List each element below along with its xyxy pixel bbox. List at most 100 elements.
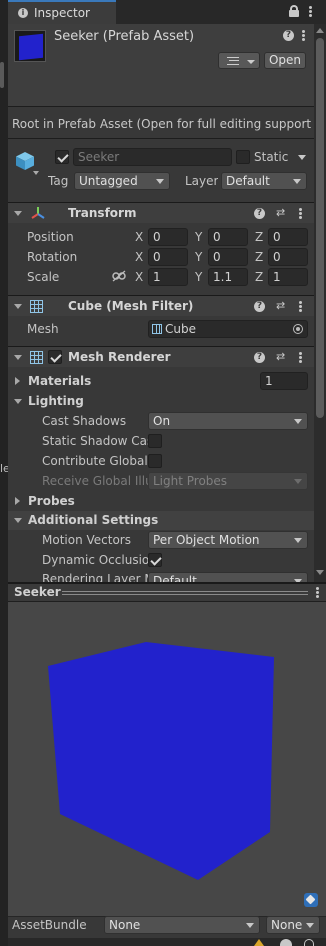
preset-icon[interactable]: ⇄ (276, 299, 285, 312)
axis-z-label[interactable]: Z (255, 270, 263, 284)
rotation-z-field[interactable]: 0 (268, 248, 308, 266)
prefab-thumbnail (14, 30, 46, 62)
mesh-filter-title: Cube (Mesh Filter) (68, 299, 194, 313)
materials-count-field[interactable]: 1 (260, 372, 308, 390)
scale-y-field[interactable]: 1.1 (208, 268, 248, 286)
object-picker-icon[interactable] (293, 324, 303, 334)
static-label: Static (254, 150, 289, 164)
rendering-layer-dropdown[interactable]: Default (148, 572, 308, 582)
info-icon: i (18, 8, 28, 18)
tag-dropdown[interactable]: Untagged (74, 172, 170, 190)
warning-icon[interactable] (254, 939, 264, 946)
axis-z-label[interactable]: Z (255, 250, 263, 264)
axis-x-label[interactable]: X (135, 270, 143, 284)
probes-fold-icon[interactable] (15, 497, 20, 505)
axis-x-label[interactable]: X (135, 230, 143, 244)
position-x-field[interactable]: 0 (148, 228, 188, 246)
cast-shadows-label: Cast Shadows (42, 414, 127, 428)
component-menu-icon[interactable] (299, 208, 302, 219)
axis-z-label[interactable]: Z (255, 230, 263, 244)
mesh-renderer-enabled-checkbox[interactable] (48, 350, 62, 364)
cast-shadows-dropdown[interactable]: On (148, 412, 308, 430)
tab-menu-icon[interactable] (309, 6, 312, 17)
preset-icon[interactable]: ⇄ (276, 206, 285, 219)
lighting-label[interactable]: Lighting (28, 394, 84, 408)
gameobject-name-field[interactable]: Seeker (73, 148, 232, 166)
mesh-filter-icon (30, 300, 43, 313)
static-shadow-checkbox[interactable] (148, 434, 162, 448)
rendering-layer-value: Default (153, 574, 197, 582)
tab-inspector[interactable]: i Inspector (8, 0, 116, 24)
scroll-up-arrow-icon[interactable] (316, 28, 324, 33)
component-menu-icon[interactable] (299, 301, 302, 312)
scrollbar-thumb[interactable] (316, 38, 324, 418)
static-shadow-label: Static Shadow Cas (42, 434, 148, 448)
help-icon[interactable]: ? (254, 208, 265, 219)
help-icon[interactable]: ? (283, 30, 294, 41)
materials-fold-icon[interactable] (15, 377, 20, 385)
fold-arrow-icon (14, 355, 22, 360)
left-panel-scroll-thumb[interactable] (0, 62, 4, 88)
active-checkbox[interactable] (55, 150, 69, 164)
lock-icon[interactable] (289, 5, 299, 17)
label-tag-icon[interactable] (304, 893, 318, 907)
notification-icon[interactable] (304, 939, 314, 946)
transform-header[interactable]: Transform ? ⇄ (8, 202, 314, 223)
chevron-down-icon[interactable] (33, 171, 39, 175)
scale-x-field[interactable]: 1 (148, 268, 188, 286)
cloud-icon[interactable] (280, 939, 292, 946)
asset-menu-icon[interactable] (302, 30, 305, 41)
assetbundle-variant-dropdown[interactable]: None (266, 916, 320, 934)
rotation-x-field[interactable]: 0 (148, 248, 188, 266)
layer-dropdown[interactable]: Default (221, 172, 307, 190)
axis-y-label[interactable]: Y (195, 270, 202, 284)
position-z-field[interactable]: 0 (268, 228, 308, 246)
assetbundle-dropdown[interactable]: None (104, 916, 260, 934)
additional-settings-fold-icon[interactable] (14, 518, 22, 523)
prefab-options-button[interactable] (218, 52, 260, 69)
scale-z-field[interactable]: 1 (268, 268, 308, 286)
layer-value: Default (226, 174, 270, 188)
mesh-label: Mesh (27, 322, 59, 336)
preview-viewport[interactable] (8, 602, 326, 916)
axis-y-label[interactable]: Y (195, 250, 202, 264)
lighting-fold-icon[interactable] (14, 399, 22, 404)
materials-label[interactable]: Materials (28, 374, 91, 388)
preview-drag-handle[interactable] (62, 591, 308, 595)
additional-settings-label[interactable]: Additional Settings (28, 513, 158, 527)
receive-gi-dropdown[interactable]: Light Probes (148, 472, 308, 490)
transform-title: Transform (68, 206, 137, 220)
link-icon[interactable] (112, 270, 126, 282)
mesh-renderer-icon (30, 351, 43, 364)
scrollbar-track[interactable] (314, 24, 326, 582)
contribute-gi-checkbox[interactable] (148, 454, 162, 468)
open-button[interactable]: Open (264, 52, 306, 69)
axis-y-label[interactable]: Y (195, 230, 202, 244)
component-menu-icon[interactable] (299, 352, 302, 363)
mesh-value: Cube (165, 322, 196, 336)
mesh-filter-header[interactable]: Cube (Mesh Filter) ? ⇄ (8, 295, 314, 316)
rotation-y-field[interactable]: 0 (208, 248, 248, 266)
help-icon[interactable]: ? (254, 352, 265, 363)
preview-menu-icon[interactable] (316, 587, 319, 598)
help-icon[interactable]: ? (254, 301, 265, 312)
dynamic-occlusion-label: Dynamic Occlusio (42, 553, 148, 567)
assetbundle-label: AssetBundle (12, 918, 87, 932)
cast-shadows-value: On (153, 414, 171, 428)
assetbundle-value: None (109, 918, 141, 932)
probes-label[interactable]: Probes (28, 494, 75, 508)
preset-icon[interactable]: ⇄ (276, 350, 285, 363)
mesh-renderer-title: Mesh Renderer (68, 350, 171, 364)
position-y-field[interactable]: 0 (208, 228, 248, 246)
axis-x-label[interactable]: X (135, 250, 143, 264)
layer-label: Layer (185, 174, 219, 188)
contribute-gi-label: Contribute Global (42, 454, 148, 468)
motion-vectors-dropdown[interactable]: Per Object Motion (148, 531, 308, 549)
receive-gi-label: Receive Global Illu (42, 474, 148, 488)
dynamic-occlusion-checkbox[interactable] (148, 553, 162, 567)
static-checkbox[interactable] (236, 150, 250, 164)
scroll-down-arrow-icon[interactable] (316, 570, 324, 575)
mesh-renderer-header[interactable]: Mesh Renderer ? ⇄ (8, 346, 314, 367)
chevron-down-icon[interactable] (298, 155, 306, 160)
mesh-object-field[interactable]: Cube (148, 320, 308, 338)
